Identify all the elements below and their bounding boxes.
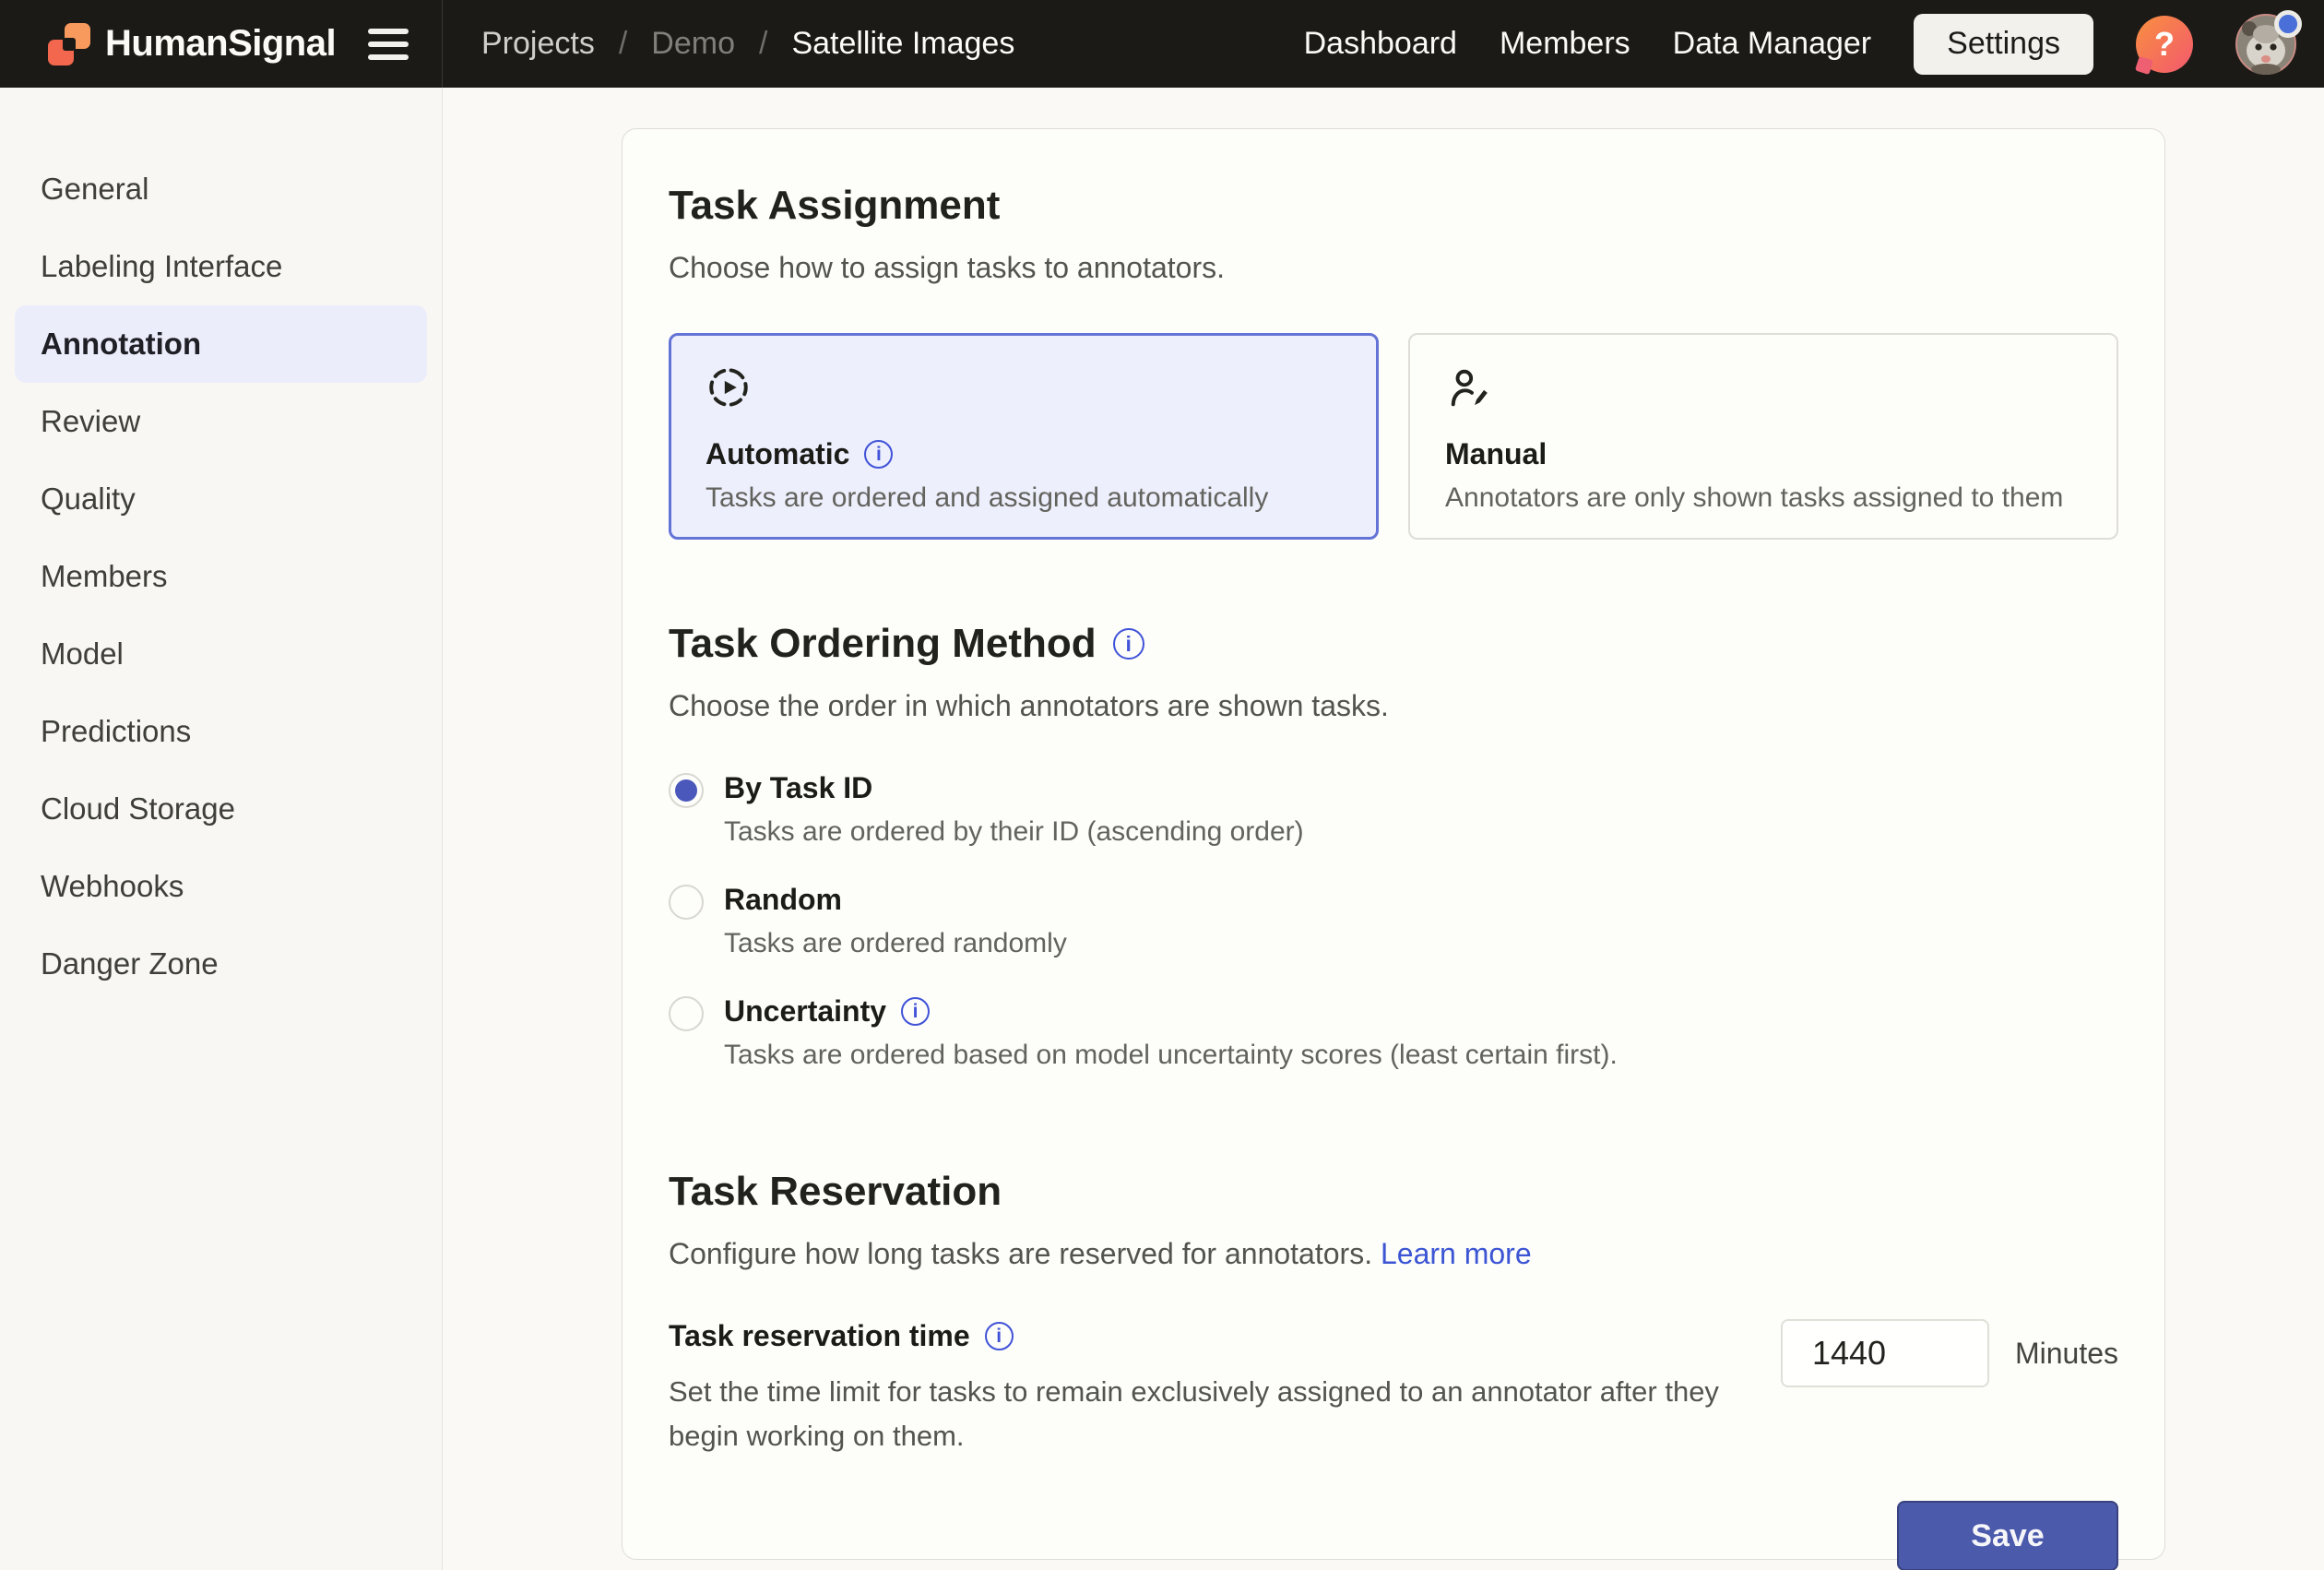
uncertainty-label: Uncertainty <box>724 994 886 1029</box>
assignment-options: Automatic i Tasks are ordered and assign… <box>669 333 2118 540</box>
logo[interactable]: HumanSignal <box>48 23 336 65</box>
logo-text: HumanSignal <box>105 23 336 65</box>
manual-option-description: Annotators are only shown tasks assigned… <box>1445 482 2081 514</box>
help-button[interactable]: ? <box>2136 16 2193 73</box>
sidebar-item-members[interactable]: Members <box>15 538 427 615</box>
sidebar-item-cloud-storage[interactable]: Cloud Storage <box>15 770 427 848</box>
annotation-settings-card: Task Assignment Choose how to assign tas… <box>622 128 2165 1560</box>
settings-sidebar: General Labeling Interface Annotation Re… <box>0 88 443 1570</box>
nav-members[interactable]: Members <box>1500 26 1630 62</box>
nav-dashboard[interactable]: Dashboard <box>1304 26 1457 62</box>
task-reservation-subtitle-text: Configure how long tasks are reserved fo… <box>669 1237 1372 1270</box>
task-assignment-title-text: Task Assignment <box>669 183 1000 229</box>
learn-more-link[interactable]: Learn more <box>1381 1237 1532 1270</box>
info-icon[interactable]: i <box>864 440 893 469</box>
radio-button[interactable] <box>669 885 704 920</box>
menu-icon[interactable] <box>368 25 409 64</box>
radio-option-random[interactable]: Random Tasks are ordered randomly <box>669 883 2118 959</box>
task-assignment-subtitle: Choose how to assign tasks to annotators… <box>669 251 2118 285</box>
sidebar-item-danger-zone[interactable]: Danger Zone <box>15 925 427 1003</box>
info-icon[interactable]: i <box>901 997 930 1026</box>
radio-option-by-task-id[interactable]: By Task ID Tasks are ordered by their ID… <box>669 771 2118 848</box>
random-description: Tasks are ordered randomly <box>724 928 1067 959</box>
radio-button[interactable] <box>669 996 704 1031</box>
breadcrumb-separator: / <box>759 26 767 62</box>
automatic-option-label: Automatic <box>706 437 849 471</box>
sidebar-item-general[interactable]: General <box>15 150 427 228</box>
info-icon[interactable]: i <box>985 1322 1014 1350</box>
humansignal-logo-icon <box>48 23 90 65</box>
task-ordering-title-text: Task Ordering Method <box>669 621 1097 667</box>
reservation-field-row: Task reservation time i Set the time lim… <box>669 1319 2118 1458</box>
sidebar-item-labeling-interface[interactable]: Labeling Interface <box>15 228 427 305</box>
auto-play-icon <box>706 364 752 410</box>
nav-data-manager[interactable]: Data Manager <box>1673 26 1871 62</box>
sidebar-item-predictions[interactable]: Predictions <box>15 693 427 770</box>
radio-option-uncertainty[interactable]: Uncertainty i Tasks are ordered based on… <box>669 994 2118 1071</box>
info-icon[interactable]: i <box>1113 628 1144 660</box>
by-task-id-description: Tasks are ordered by their ID (ascending… <box>724 816 1304 848</box>
minutes-unit-label: Minutes <box>2015 1319 2118 1458</box>
user-edit-icon <box>1445 364 1491 410</box>
breadcrumb-current-page: Satellite Images <box>791 26 1014 62</box>
by-task-id-label: By Task ID <box>724 771 872 805</box>
topbar-brand-zone: HumanSignal <box>0 0 443 88</box>
radio-button-checked[interactable] <box>669 773 704 808</box>
assignment-option-automatic[interactable]: Automatic i Tasks are ordered and assign… <box>669 333 1379 540</box>
manual-option-label: Manual <box>1445 437 1547 471</box>
reservation-time-input[interactable] <box>1781 1319 1989 1387</box>
breadcrumb-demo[interactable]: Demo <box>651 26 735 62</box>
random-label: Random <box>724 883 842 917</box>
task-ordering-title: Task Ordering Method i <box>669 621 2118 667</box>
settings-button[interactable]: Settings <box>1914 14 2093 75</box>
uncertainty-description: Tasks are ordered based on model uncerta… <box>724 1040 1618 1071</box>
topbar: HumanSignal Projects / Demo / Satellite … <box>0 0 2324 88</box>
sidebar-item-webhooks[interactable]: Webhooks <box>15 848 427 925</box>
task-reservation-time-description: Set the time limit for tasks to remain e… <box>669 1370 1766 1458</box>
sidebar-item-model[interactable]: Model <box>15 615 427 693</box>
ordering-options: By Task ID Tasks are ordered by their ID… <box>669 771 2118 1071</box>
save-button[interactable]: Save <box>1897 1501 2118 1570</box>
user-avatar[interactable] <box>2235 14 2296 75</box>
topbar-nav: Dashboard Members Data Manager Settings … <box>1304 14 2324 75</box>
task-ordering-subtitle: Choose the order in which annotators are… <box>669 689 2118 723</box>
sidebar-item-quality[interactable]: Quality <box>15 460 427 538</box>
task-reservation-title: Task Reservation <box>669 1169 2118 1215</box>
online-status-dot <box>2274 10 2302 38</box>
breadcrumb: Projects / Demo / Satellite Images <box>443 26 1304 62</box>
automatic-option-description: Tasks are ordered and assigned automatic… <box>706 482 1342 514</box>
sidebar-item-annotation[interactable]: Annotation <box>15 305 427 383</box>
main-content: Task Assignment Choose how to assign tas… <box>443 88 2324 1570</box>
breadcrumb-projects[interactable]: Projects <box>481 26 595 62</box>
task-reservation-time-label: Task reservation time <box>669 1319 970 1353</box>
save-row: Save <box>669 1501 2118 1570</box>
sidebar-item-review[interactable]: Review <box>15 383 427 460</box>
question-mark-icon: ? <box>2154 25 2175 64</box>
task-reservation-subtitle: Configure how long tasks are reserved fo… <box>669 1237 2118 1271</box>
task-reservation-title-text: Task Reservation <box>669 1169 1002 1215</box>
task-assignment-title: Task Assignment <box>669 183 2118 229</box>
breadcrumb-separator: / <box>619 26 627 62</box>
assignment-option-manual[interactable]: Manual Annotators are only shown tasks a… <box>1408 333 2118 540</box>
